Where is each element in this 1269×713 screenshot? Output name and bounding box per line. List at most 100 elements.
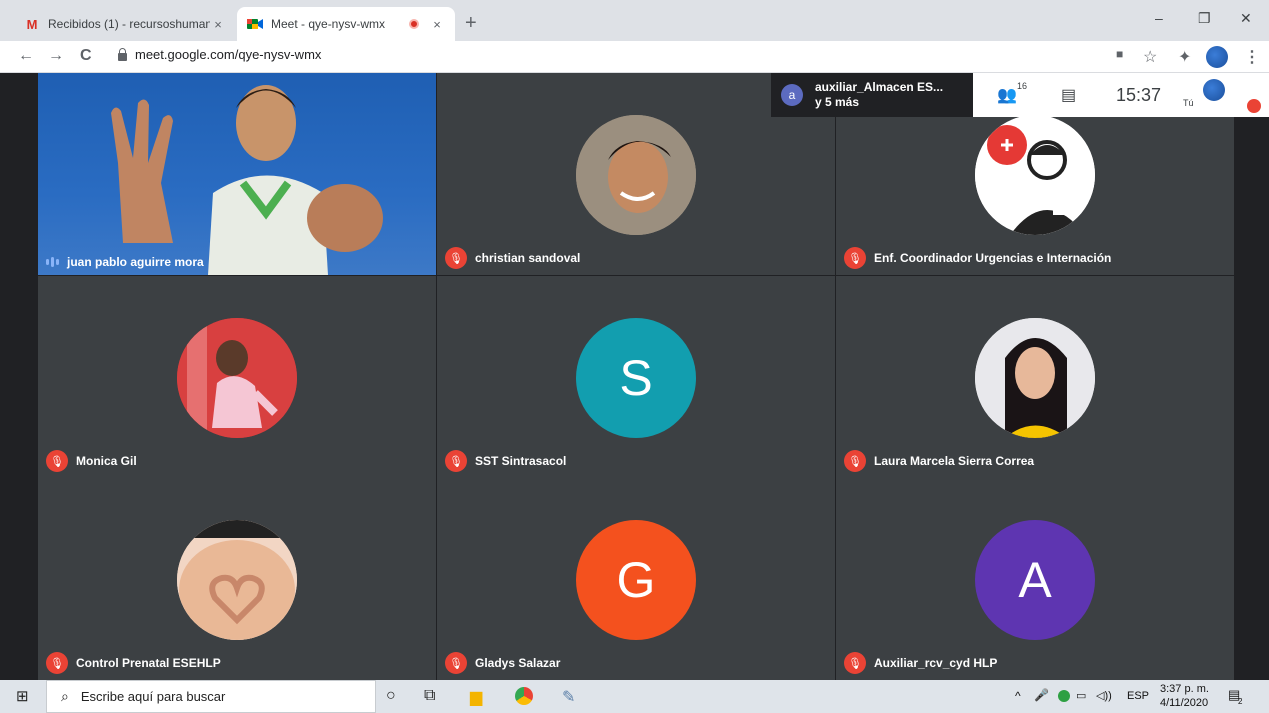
avatar-letter: G: [616, 552, 656, 608]
restore-button[interactable]: ❐: [1198, 10, 1211, 27]
meeting-clock: 15:37: [1116, 85, 1162, 105]
participant-avatar-letter: S: [576, 318, 696, 438]
participant-name: Control Prenatal ESEHLP: [76, 656, 221, 670]
close-tab-icon[interactable]: ×: [210, 17, 226, 32]
participant-name: Monica Gil: [76, 454, 137, 468]
microphone-icon[interactable]: 🎤: [1034, 688, 1049, 702]
chat-icon[interactable]: ▤: [1061, 85, 1076, 105]
mic-off-icon: 🎙: [844, 652, 866, 674]
participant-name: juan pablo aguirre mora: [67, 255, 204, 269]
extensions-icon[interactable]: ✦: [1178, 47, 1191, 67]
tray-chevron-icon[interactable]: ^: [1015, 689, 1021, 703]
bookmark-star-icon[interactable]: ☆: [1143, 47, 1157, 67]
cortana-icon[interactable]: ○: [386, 687, 396, 705]
self-avatar[interactable]: [1203, 79, 1225, 101]
participants-count: 16: [1017, 81, 1028, 91]
participant-name: SST Sintrasacol: [475, 454, 567, 468]
avatar-letter: A: [1018, 552, 1052, 608]
app-icon[interactable]: ✎: [562, 687, 575, 707]
mic-off-icon: 🎙: [46, 450, 68, 472]
participant-name-row: 🎙 Enf. Coordinador Urgencias e Internaci…: [844, 247, 1111, 269]
tab-title: Meet - qye-nysv-wmx: [271, 17, 386, 31]
participant-name-row: 🎙 Control Prenatal ESEHLP: [46, 652, 221, 674]
meet-controls: 👥 16 ▤ 15:37 Tú: [973, 73, 1269, 117]
participant-tile[interactable]: 🎙 Monica Gil: [38, 276, 436, 478]
participants-icon[interactable]: 👥: [997, 85, 1017, 105]
network-icon[interactable]: ▭: [1076, 689, 1086, 702]
participant-name: Enf. Coordinador Urgencias e Internación: [874, 251, 1112, 265]
participant-tile[interactable]: 🎙 Control Prenatal ESEHLP: [38, 478, 436, 680]
participant-name-row: 🎙 SST Sintrasacol: [445, 450, 566, 472]
participant-photo: [177, 520, 297, 640]
tab-gmail[interactable]: M Recibidos (1) - recursoshumanos ×: [14, 7, 236, 41]
address-bar[interactable]: meet.google.com/qye-nysv-wmx: [118, 47, 321, 62]
avatar-letter: S: [619, 350, 653, 406]
presenter-name: auxiliar_Almacen ES...: [815, 80, 944, 94]
fist-gesture: [307, 184, 383, 252]
presenter-avatar: a: [781, 84, 803, 106]
mic-off-icon: 🎙: [445, 247, 467, 269]
profile-avatar[interactable]: [1206, 46, 1228, 68]
new-tab-button[interactable]: +: [465, 12, 477, 35]
participant-photo: [975, 318, 1095, 438]
close-window-button[interactable]: ✕: [1240, 10, 1252, 27]
browser-toolbar: ← → C meet.google.com/qye-nysv-wmx ■ ☆ ✦…: [0, 41, 1269, 73]
participant-tile[interactable]: G 🎙 Gladys Salazar: [437, 478, 835, 680]
forward-button[interactable]: →: [48, 47, 64, 65]
close-tab-icon[interactable]: ×: [429, 17, 445, 32]
taskbar-search-input[interactable]: ⌕ Escribe aquí para buscar: [46, 680, 376, 713]
participant-name-row: 🎙 Auxiliar_rcv_cyd HLP: [844, 652, 997, 674]
language-indicator[interactable]: ESP: [1127, 690, 1149, 702]
volume-icon[interactable]: ◁)): [1096, 689, 1112, 702]
gmail-icon: M: [26, 16, 38, 32]
task-view-icon[interactable]: ⧉: [424, 687, 435, 705]
self-label: Tú: [1183, 98, 1194, 108]
file-explorer-icon[interactable]: ▆: [470, 687, 482, 707]
participant-tile[interactable]: S 🎙 SST Sintrasacol: [437, 276, 835, 478]
participant-name: Laura Marcela Sierra Correa: [874, 454, 1035, 468]
back-button[interactable]: ←: [18, 47, 34, 65]
tab-meet[interactable]: Meet - qye-nysv-wmx ×: [237, 7, 455, 41]
recording-indicator-icon: [409, 19, 419, 29]
search-icon: ⌕: [61, 688, 69, 704]
mic-off-icon: 🎙: [844, 450, 866, 472]
browser-tab-bar: M Recibidos (1) - recursoshumanos × Meet…: [0, 0, 1269, 41]
participant-name-row: 🎙 Monica Gil: [46, 450, 137, 472]
participant-name: Auxiliar_rcv_cyd HLP: [874, 656, 998, 670]
participant-tile[interactable]: 🎙 Laura Marcela Sierra Correa: [836, 276, 1234, 478]
participant-name: christian sandoval: [475, 251, 581, 265]
taskbar-date[interactable]: 4/11/2020: [1160, 697, 1208, 709]
menu-dots-icon[interactable]: ⋮: [1244, 47, 1260, 67]
participant-name-row: 🎙 Laura Marcela Sierra Correa: [844, 450, 1034, 472]
camera-icon[interactable]: ■: [1116, 47, 1123, 61]
windows-start-icon[interactable]: ⊞: [16, 687, 29, 705]
speaking-indicator-icon: [46, 257, 59, 267]
check-status-icon[interactable]: [1058, 690, 1070, 702]
meet-top-bar: a auxiliar_Almacen ES... y 5 más 👥 16 ▤ …: [771, 73, 1269, 117]
mic-off-icon: 🎙: [445, 652, 467, 674]
minimize-button[interactable]: –: [1155, 10, 1163, 26]
presenter-more: y 5 más: [815, 95, 860, 109]
windows-taskbar: ⊞ ⌕ Escribe aquí para buscar ○ ⧉ ▆ ✎ ^ 🎤…: [0, 680, 1269, 713]
self-mic-off-icon: [1247, 99, 1261, 113]
participant-name-row: 🎙 christian sandoval: [445, 247, 580, 269]
meet-grid: juan pablo aguirre mora 🎙 christian sand…: [0, 73, 1269, 680]
chrome-icon[interactable]: [515, 687, 533, 705]
participant-avatar-letter: G: [576, 520, 696, 640]
participant-name: Gladys Salazar: [475, 656, 561, 670]
lock-icon: [118, 47, 127, 61]
presenter-badge[interactable]: a auxiliar_Almacen ES... y 5 más: [771, 73, 973, 117]
participant-photo: [975, 115, 1095, 235]
participant-avatar-letter: A: [975, 520, 1095, 640]
notifications-count: 2: [1238, 697, 1243, 706]
mic-off-icon: 🎙: [844, 247, 866, 269]
search-placeholder: Escribe aquí para buscar: [80, 689, 226, 704]
url-text: meet.google.com/qye-nysv-wmx: [135, 47, 322, 62]
taskbar-time[interactable]: 3:37 p. m.: [1160, 683, 1209, 695]
mic-off-icon: 🎙: [445, 450, 467, 472]
participant-tile[interactable]: A 🎙 Auxiliar_rcv_cyd HLP: [836, 478, 1234, 680]
tab-title: Recibidos (1) - recursoshumanos: [48, 17, 210, 31]
reload-button[interactable]: C: [80, 47, 92, 65]
participant-tile-video[interactable]: juan pablo aguirre mora: [38, 73, 436, 275]
participant-name-row: juan pablo aguirre mora: [46, 255, 204, 269]
